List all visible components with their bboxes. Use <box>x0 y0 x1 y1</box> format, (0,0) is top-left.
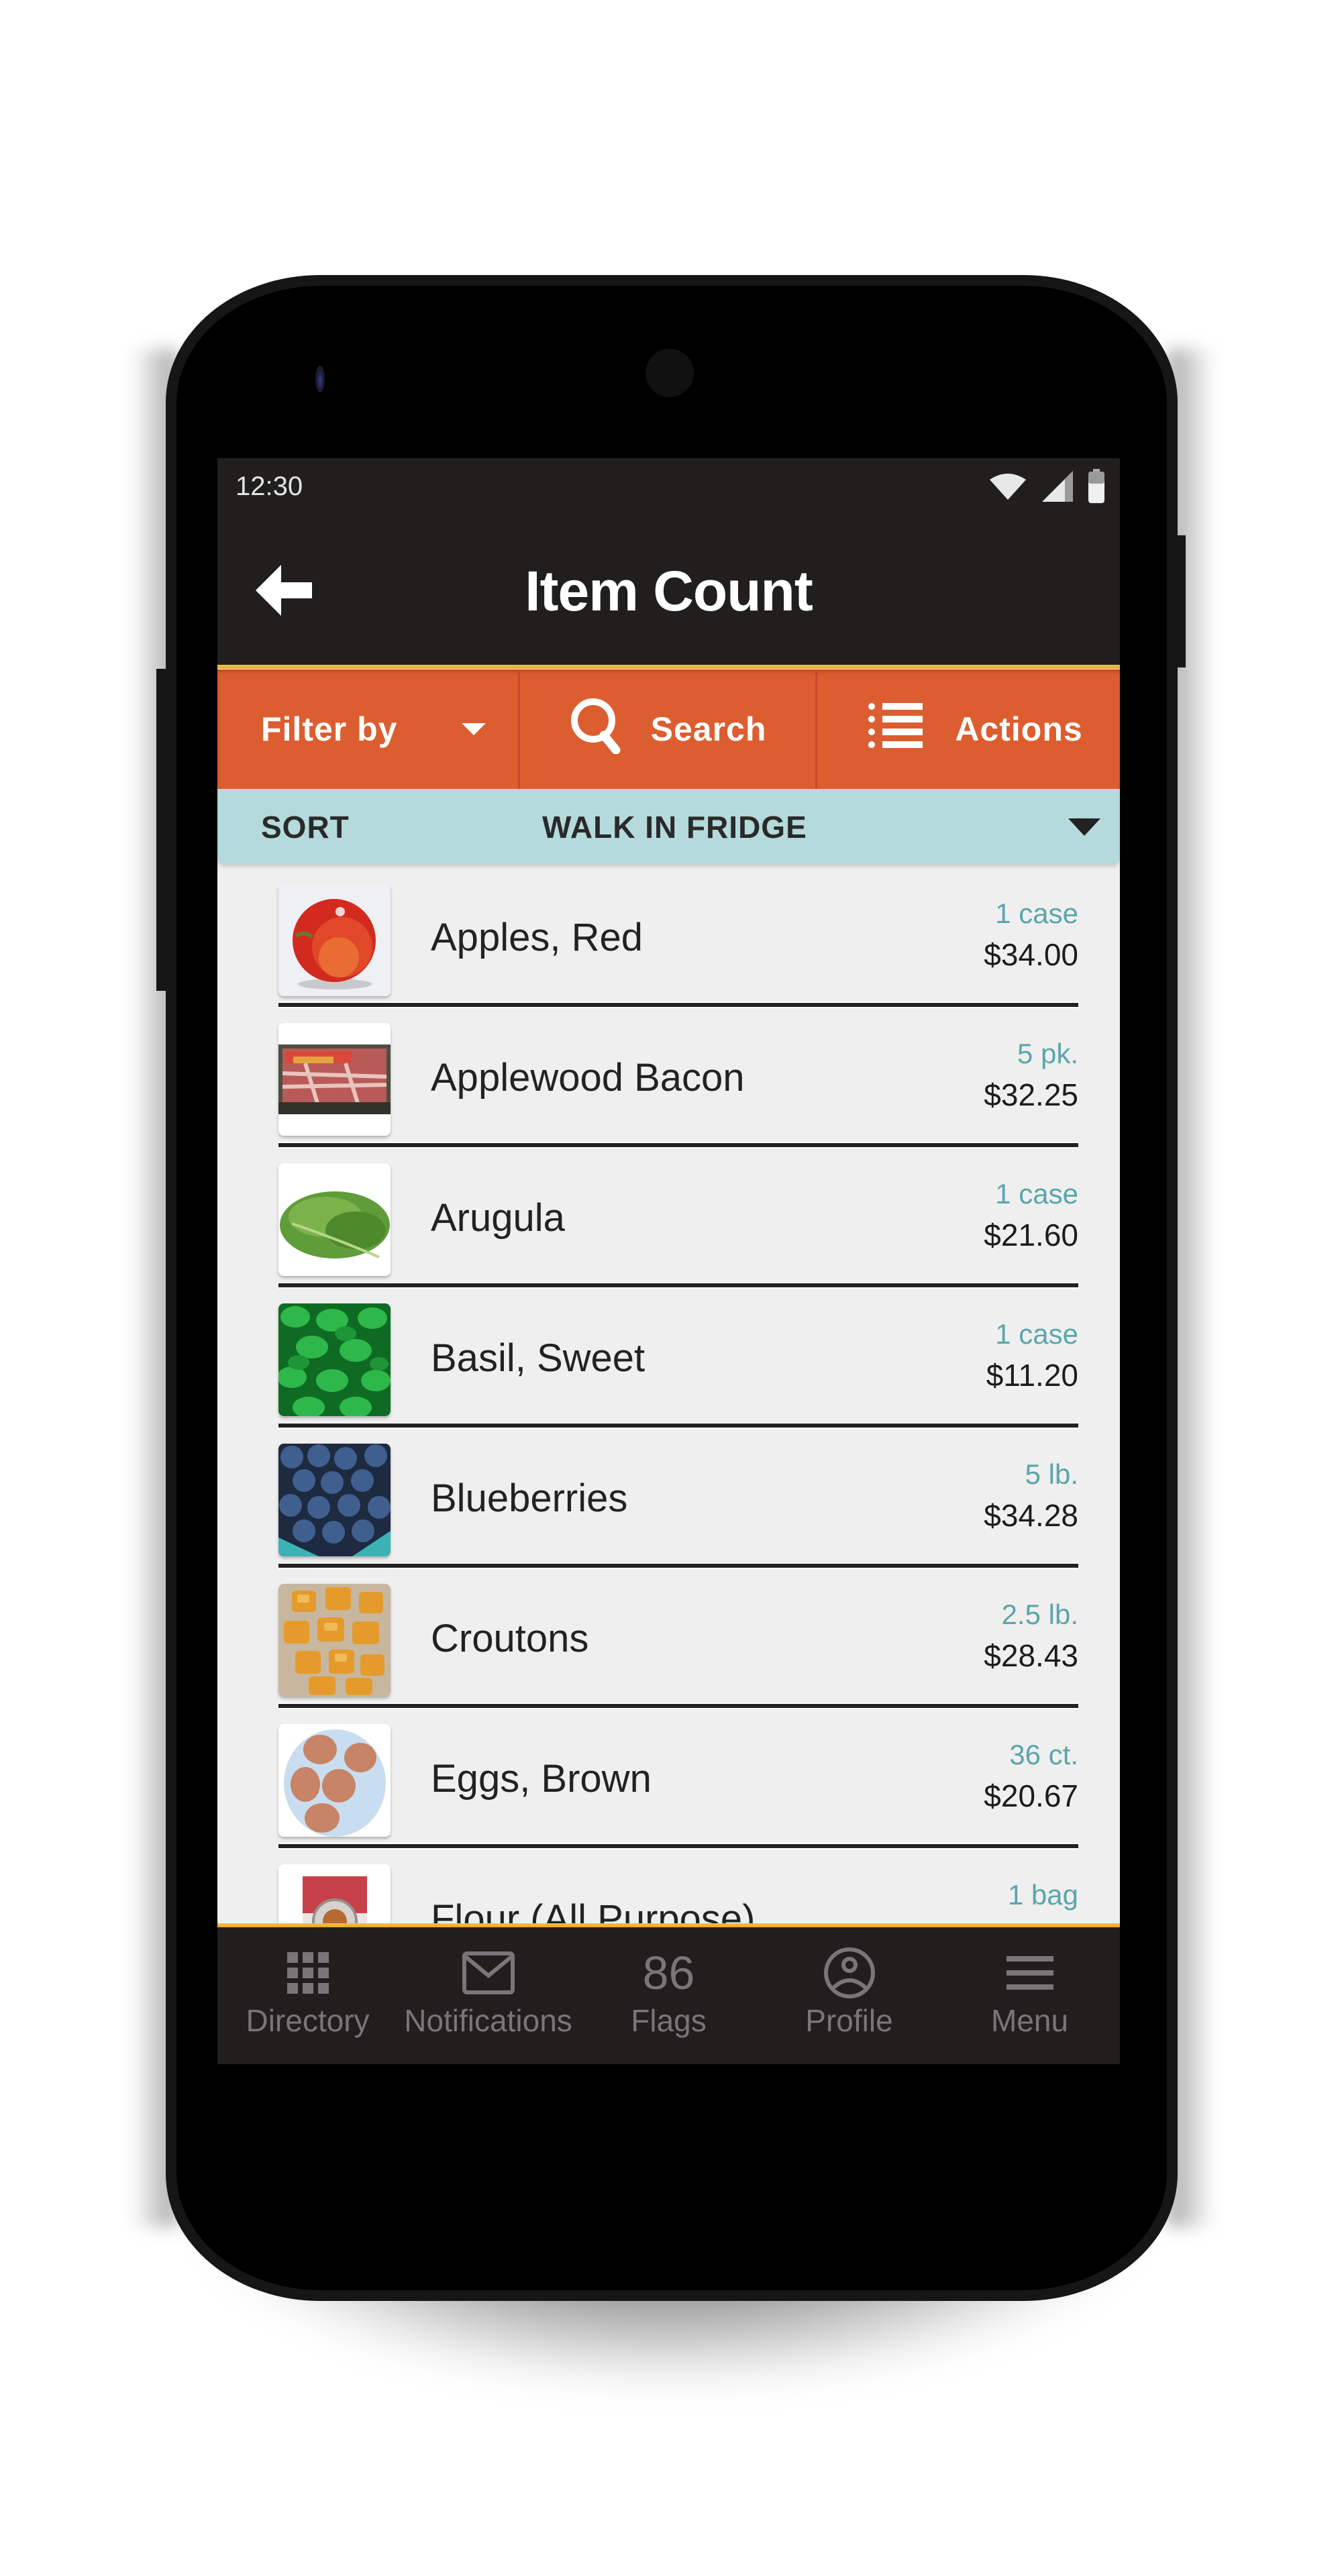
list-item[interactable]: Blueberries 5 lb. $34.28 <box>217 1429 1120 1569</box>
item-quantity: 36 ct. <box>1009 1739 1078 1770</box>
battery-icon <box>1088 468 1105 507</box>
search-icon <box>569 696 624 762</box>
item-price: $34.28 <box>984 1498 1078 1533</box>
item-name: Croutons <box>431 1617 589 1660</box>
earpiece-speaker <box>646 349 694 397</box>
app-bar: Item Count <box>217 517 1120 666</box>
item-price: $11.20 <box>986 1358 1078 1393</box>
row-divider <box>278 1282 1078 1289</box>
item-quantity: 5 pk. <box>1017 1038 1078 1069</box>
list-icon <box>868 702 923 756</box>
user-circle-icon <box>823 1947 876 1998</box>
signal-icon <box>1041 470 1074 506</box>
actions-label: Actions <box>955 710 1083 748</box>
item-quantity: 2.5 lb. <box>1001 1599 1078 1630</box>
item-name: Apples, Red <box>431 916 643 959</box>
nav-label: Flags <box>631 2003 707 2038</box>
nav-profile[interactable]: Profile <box>759 1927 939 2064</box>
nav-notifications[interactable]: Notifications <box>398 1927 578 2064</box>
status-bar: 12:30 <box>217 458 1120 517</box>
list-item[interactable]: Arugula 1 case $21.60 <box>217 1148 1120 1289</box>
item-list: Apples, Red 1 case $34.00 Applewood Baco… <box>217 864 1120 1990</box>
nav-label: Menu <box>990 2003 1069 2038</box>
nav-label: Notifications <box>404 2003 572 2038</box>
item-name: Blueberries <box>431 1477 628 1520</box>
search-button[interactable]: Search <box>520 669 817 789</box>
caret-down-icon <box>462 723 486 735</box>
list-item[interactable]: Croutons 2.5 lb. $28.43 <box>217 1569 1120 1709</box>
sort-label: SORT <box>261 810 350 845</box>
item-thumbnail-basil <box>278 1303 391 1416</box>
row-divider <box>278 1142 1078 1148</box>
sort-value: WALK IN FRIDGE <box>542 810 807 845</box>
item-price: $32.25 <box>984 1077 1078 1112</box>
sort-bar[interactable]: SORT WALK IN FRIDGE <box>217 789 1120 864</box>
item-price: $21.60 <box>984 1218 1078 1252</box>
status-icons <box>988 468 1105 507</box>
page-title: Item Count <box>525 559 813 623</box>
item-quantity: 1 case <box>995 1178 1078 1210</box>
envelope-icon <box>462 1951 515 1994</box>
item-quantity: 1 bag <box>1007 1879 1078 1911</box>
item-name: Applewood Bacon <box>431 1056 745 1099</box>
item-thumbnail-blueberries <box>278 1444 391 1556</box>
list-item[interactable]: Apples, Red 1 case $34.00 <box>217 864 1120 1008</box>
row-divider <box>278 1562 1078 1569</box>
status-time: 12:30 <box>236 472 303 501</box>
toolbar: Filter by Search Actions <box>217 669 1120 789</box>
row-divider <box>278 1002 1078 1008</box>
caret-down-icon[interactable] <box>1068 818 1100 836</box>
nav-label: Profile <box>805 2003 893 2038</box>
flags-count-badge: 86 <box>642 1947 695 1999</box>
item-thumbnail-bacon <box>278 1023 391 1136</box>
item-quantity: 1 case <box>995 1318 1078 1350</box>
filter-button[interactable]: Filter by <box>217 669 520 789</box>
item-price: $20.67 <box>984 1778 1078 1813</box>
list-item[interactable]: Applewood Bacon 5 pk. $32.25 <box>217 1008 1120 1148</box>
grid-icon <box>287 1951 329 1994</box>
item-name: Basil, Sweet <box>431 1336 646 1380</box>
power-button <box>1176 535 1186 667</box>
nav-directory[interactable]: Directory <box>217 1927 398 2064</box>
actions-button[interactable]: Actions <box>817 669 1120 789</box>
item-thumbnail-arugula <box>278 1163 391 1276</box>
phone-screen: 12:30 Item Count Filter by Search Action… <box>217 458 1120 2064</box>
row-divider <box>278 1703 1078 1709</box>
item-name: Arugula <box>431 1196 565 1240</box>
item-price: $34.00 <box>984 937 1078 972</box>
front-camera <box>315 366 325 392</box>
filter-label: Filter by <box>261 710 398 748</box>
search-label: Search <box>650 710 767 748</box>
item-price: $28.43 <box>984 1638 1078 1673</box>
nav-flags[interactable]: 86 Flags <box>578 1927 759 2064</box>
item-quantity: 5 lb. <box>1025 1458 1078 1490</box>
bottom-nav: Directory Notifications 86 Flags Profile <box>217 1923 1120 2064</box>
item-thumbnail-apple <box>278 883 391 996</box>
wifi-icon <box>988 472 1027 504</box>
item-name: Eggs, Brown <box>431 1757 652 1801</box>
nav-label: Directory <box>246 2003 370 2038</box>
flags-count: 86 <box>642 1947 695 1999</box>
hamburger-icon <box>1006 1951 1053 1994</box>
nav-menu[interactable]: Menu <box>939 1927 1120 2064</box>
header-accent-line <box>217 665 1120 669</box>
item-quantity: 1 case <box>995 898 1078 929</box>
list-item[interactable]: Eggs, Brown 36 ct. $20.67 <box>217 1709 1120 1849</box>
item-thumbnail-eggs <box>278 1724 391 1837</box>
item-thumbnail-croutons <box>278 1584 391 1697</box>
row-divider <box>278 1843 1078 1849</box>
row-divider <box>278 1422 1078 1429</box>
list-item[interactable]: Basil, Sweet 1 case $11.20 <box>217 1289 1120 1429</box>
